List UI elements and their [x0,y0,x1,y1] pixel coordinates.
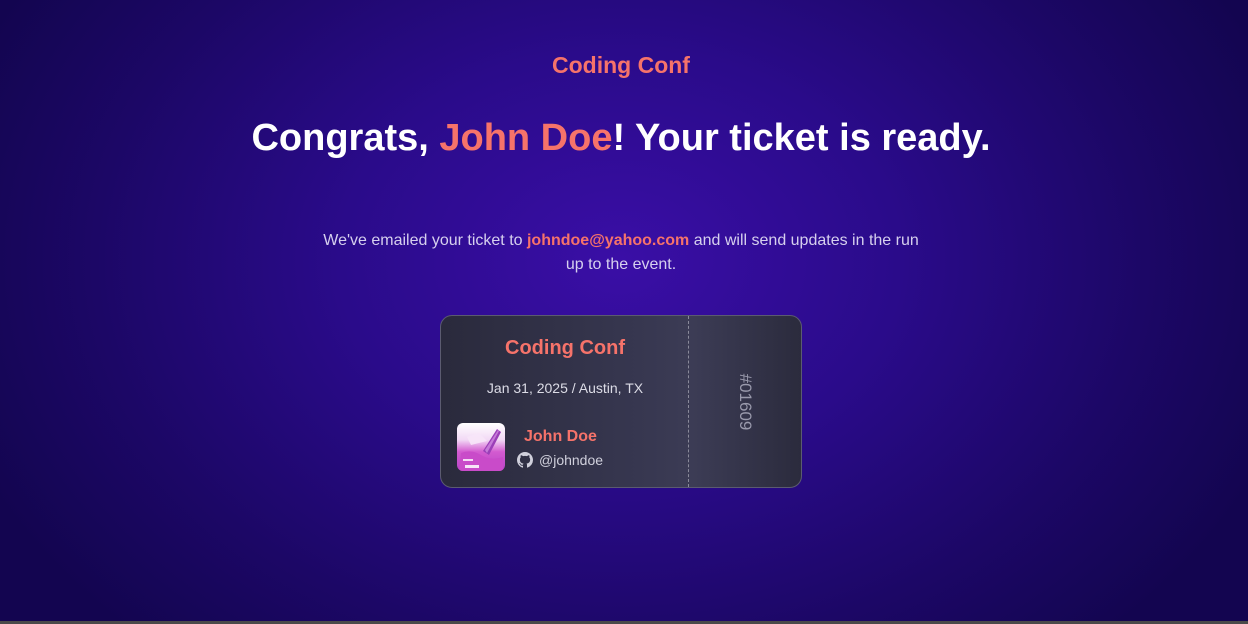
message-email: johndoe@yahoo.com [526,232,690,249]
ticket-attendee-name: John Doe [524,428,597,445]
headline-prefix: Congrats, [251,117,440,159]
ticket-event-name: Coding Conf [505,337,625,359]
ticket-number: #01609 [736,373,755,431]
ticket-card: Coding Conf Jan 31, 2025 / Austin, TX Jo… [440,315,802,488]
confirmation-message: We've emailed your ticket to johndoe@yah… [321,229,921,277]
headline-suffix: ! Your ticket is ready. [612,117,991,159]
headline-attendee-name: John Doe [439,117,613,159]
page-headline: Congrats, John Doe! Your ticket is ready… [0,116,1242,161]
ticket-github-handle: @johndoe [539,452,604,468]
github-icon [517,452,533,468]
brand-logo-text: Coding Conf [552,52,690,78]
avatar [457,423,505,471]
message-prefix: We've emailed your ticket to [323,232,527,249]
ticket-date-location: Jan 31, 2025 / Austin, TX [486,380,644,396]
avatar-image [459,429,503,471]
